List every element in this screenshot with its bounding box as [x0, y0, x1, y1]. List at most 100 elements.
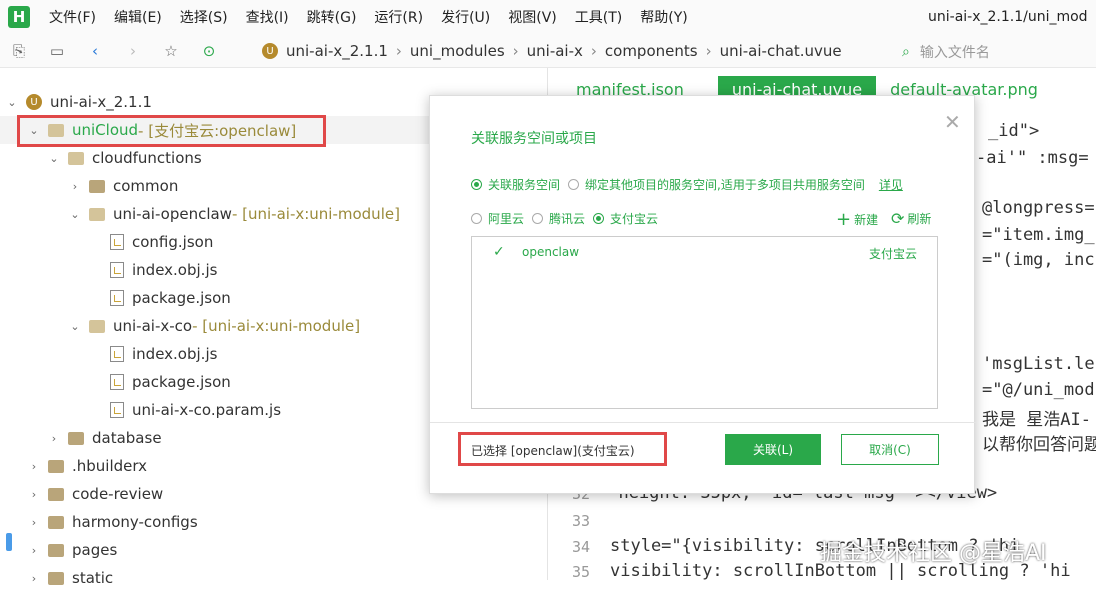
menubar: H 文件(F) 编辑(E) 选择(S) 查找(I) 跳转(G) 运行(R) 发行… [0, 0, 1096, 34]
menu-publish[interactable]: 发行(U) [432, 7, 499, 27]
menu-file[interactable]: 文件(F) [40, 7, 105, 27]
file-search-input[interactable]: ⌕ 输入文件名 [902, 42, 990, 62]
tree-label: .hbuilderx [72, 457, 148, 475]
crumb-separator-icon: › [705, 42, 712, 60]
list-item[interactable]: ✓ openclaw 支付宝云 [472, 243, 937, 263]
provider-tencent[interactable]: 腾讯云 [532, 210, 585, 227]
folder-open-icon [68, 151, 84, 165]
folder-open-icon [89, 207, 105, 221]
file-icon [110, 234, 124, 250]
menu-tools[interactable]: 工具(T) [566, 7, 631, 27]
radio-icon [532, 213, 544, 224]
tree-label: config.json [132, 233, 214, 251]
check-icon: ✓ [493, 244, 505, 260]
crumb-uni-ai-x[interactable]: uni-ai-x [527, 42, 583, 60]
code-line: ="item.img_ [982, 225, 1095, 245]
menu-edit[interactable]: 编辑(E) [105, 7, 171, 27]
file-icon [110, 290, 124, 306]
menu-goto[interactable]: 跳转(G) [298, 7, 366, 27]
crumb-project[interactable]: uni-ai-x_2.1.1 [286, 42, 388, 60]
service-space-list: ✓ openclaw 支付宝云 [471, 236, 938, 409]
crumb-file[interactable]: uni-ai-chat.uvue [720, 42, 842, 60]
close-icon[interactable]: ✕ [944, 110, 961, 134]
tree-label: index.obj.js [132, 261, 218, 279]
code-line: 以帮你回答问题 [982, 435, 1096, 455]
tree-node-harmony-configs[interactable]: › harmony-configs [0, 508, 547, 536]
tree-node-pages[interactable]: › pages [0, 536, 547, 564]
button-label: 新建 [854, 213, 879, 227]
forward-icon[interactable]: › [120, 38, 146, 64]
file-icon [110, 346, 124, 362]
provider-aliyun[interactable]: 阿里云 [471, 210, 524, 227]
crumb-components[interactable]: components [605, 42, 698, 60]
chevron-right-icon[interactable]: › [28, 516, 40, 529]
file-icon [110, 374, 124, 390]
mode-option-bind-other[interactable]: 绑定其他项目的服务空间,适用于多项目共用服务空间 [568, 176, 865, 193]
chevron-down-icon[interactable]: ⌄ [48, 152, 60, 165]
option-label: 支付宝云 [610, 212, 659, 226]
back-icon[interactable]: ‹ [82, 38, 108, 64]
tree-label: index.obj.js [132, 345, 218, 363]
run-icon[interactable]: ⊙ [196, 38, 222, 64]
menu-find[interactable]: 查找(I) [237, 7, 298, 27]
chevron-right-icon[interactable]: › [28, 460, 40, 473]
refresh-button[interactable]: ⟳ 刷新 [891, 209, 931, 228]
menu-view[interactable]: 视图(V) [499, 7, 566, 27]
link-service-space-dialog: 关联服务空间或项目 ✕ 关联服务空间 绑定其他项目的服务空间,适用于多项目共用服… [429, 95, 976, 494]
button-label: 刷新 [907, 212, 932, 226]
option-label: 绑定其他项目的服务空间,适用于多项目共用服务空间 [585, 178, 865, 192]
uni-project-icon: U [262, 43, 278, 59]
folder-open-icon [89, 319, 105, 333]
tree-label: uni-ai-x-co.param.js [132, 401, 282, 419]
code-line: -ai'" :msg= [976, 148, 1089, 168]
tree-label: uni-ai-openclaw [113, 205, 232, 223]
dialog-divider [430, 422, 976, 423]
mode-option-link-space[interactable]: 关联服务空间 [471, 176, 560, 193]
folder-icon [48, 543, 64, 557]
tree-label: package.json [132, 373, 231, 391]
cancel-button[interactable]: 取消(C) [841, 434, 939, 465]
chevron-down-icon[interactable]: ⌄ [6, 96, 18, 109]
selected-highlight-box [458, 432, 667, 466]
chevron-down-icon[interactable]: ⌄ [69, 320, 81, 333]
link-button[interactable]: 关联(L) [725, 434, 821, 465]
new-file-icon[interactable]: ⎘ [6, 38, 32, 64]
chevron-right-icon[interactable]: › [48, 432, 60, 445]
menu-select[interactable]: 选择(S) [171, 7, 237, 27]
space-name: openclaw [522, 245, 580, 259]
star-icon[interactable]: ☆ [158, 38, 184, 64]
code-line: 'msgList.ler [982, 354, 1096, 374]
line-number: 33 [571, 512, 590, 530]
crumb-separator-icon: › [395, 42, 402, 60]
file-search-placeholder: 输入文件名 [919, 45, 990, 61]
chevron-right-icon[interactable]: › [69, 180, 81, 193]
chevron-down-icon[interactable]: ⌄ [69, 208, 81, 221]
new-space-button[interactable]: + 新建 [836, 209, 878, 230]
menu-help[interactable]: 帮助(Y) [631, 7, 696, 27]
chevron-right-icon[interactable]: › [28, 488, 40, 501]
crumb-uni-modules[interactable]: uni_modules [410, 42, 505, 60]
folder-icon [48, 459, 64, 473]
hbuilderx-logo: H [8, 6, 30, 28]
code-line: 我是 星浩AI- [982, 410, 1091, 430]
folder-icon [48, 487, 64, 501]
menu-run[interactable]: 运行(R) [365, 7, 432, 27]
file-icon [110, 402, 124, 418]
tree-label: uni-ai-x-co [113, 317, 193, 335]
folder-icon [89, 179, 105, 193]
tree-label: uni-ai-x_2.1.1 [50, 93, 152, 111]
tree-label-suffix: - [uni-ai-x:uni-module] [231, 205, 400, 223]
chevron-right-icon[interactable]: › [28, 544, 40, 557]
chevron-right-icon[interactable]: › [28, 572, 40, 585]
save-icon[interactable]: ▭ [44, 38, 70, 64]
tree-label: database [92, 429, 162, 447]
crumb-separator-icon: › [590, 42, 597, 60]
line-number: 34 [571, 538, 590, 556]
breadcrumb: U uni-ai-x_2.1.1 › uni_modules › uni-ai-… [262, 34, 842, 68]
plus-icon: + [836, 209, 852, 230]
window-title: uni-ai-x_2.1.1/uni_mod [928, 9, 1088, 25]
tree-node-static[interactable]: › static [0, 564, 547, 592]
provider-alipay[interactable]: 支付宝云 [593, 210, 658, 227]
details-link[interactable]: 详见 [879, 176, 903, 193]
dialog-title: 关联服务空间或项目 [471, 131, 597, 147]
